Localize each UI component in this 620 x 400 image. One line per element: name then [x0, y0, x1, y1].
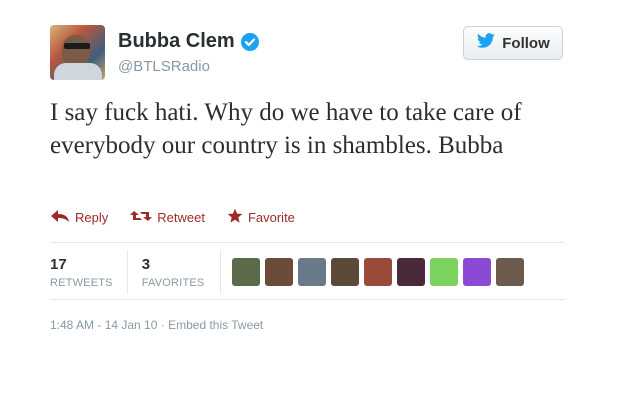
tweet-stats: 17 RETWEETS 3 FAVORITES: [50, 250, 218, 294]
favorites-label: FAVORITES: [141, 276, 205, 289]
display-name[interactable]: Bubba Clem: [118, 30, 235, 53]
favoriter-avatar-7[interactable]: [430, 258, 458, 286]
reply-label: Reply: [75, 210, 109, 225]
favoriter-avatar-9[interactable]: [496, 258, 524, 286]
favorites-count: 3: [141, 255, 151, 273]
favoriter-avatar-1[interactable]: [232, 258, 260, 286]
user-handle[interactable]: @BTLSRadio: [118, 58, 210, 75]
retweets-count: 17: [50, 255, 67, 273]
reply-arrow-icon: [50, 209, 70, 226]
favoriter-avatar-2[interactable]: [265, 258, 293, 286]
user-avatar[interactable]: [50, 25, 105, 80]
retweets-label: RETWEETS: [50, 276, 113, 289]
follow-button[interactable]: Follow: [463, 26, 563, 60]
retweet-action[interactable]: Retweet: [130, 209, 205, 226]
verified-badge-icon: [240, 32, 259, 51]
favorite-label: Favorite: [247, 210, 295, 225]
retweet-label: Retweet: [157, 210, 205, 225]
favorites-stat[interactable]: 3 FAVORITES: [126, 250, 219, 294]
retweet-icon: [130, 209, 153, 226]
retweets-stat[interactable]: 17 RETWEETS: [50, 250, 127, 294]
divider-top: [50, 242, 565, 243]
stats-separator: [220, 250, 221, 294]
favoriter-avatar-4[interactable]: [331, 258, 359, 286]
favoriter-avatar-3[interactable]: [298, 258, 326, 286]
embed-tweet-link[interactable]: Embed this Tweet: [168, 318, 263, 332]
meta-separator: ·: [160, 318, 165, 332]
user-name-row: Bubba Clem: [118, 30, 259, 53]
avatar-shirt: [54, 63, 102, 80]
tweet-meta: 1:48 AM - 14 Jan 10 · Embed this Tweet: [50, 318, 263, 332]
twitter-bird-icon: [476, 33, 496, 53]
favoriter-avatar-5[interactable]: [364, 258, 392, 286]
tweet-actions: Reply Retweet Favorite: [50, 208, 295, 227]
tweet-timestamp[interactable]: 1:48 AM - 14 Jan 10: [50, 318, 157, 332]
favoriter-avatar-6[interactable]: [397, 258, 425, 286]
divider-bottom: [50, 299, 565, 300]
favorite-action[interactable]: Favorite: [227, 208, 295, 227]
favoriters-avatar-list: [232, 258, 524, 286]
reply-action[interactable]: Reply: [50, 209, 108, 226]
star-icon: [227, 208, 243, 227]
avatar-sunglasses: [64, 43, 90, 49]
tweet-text: I say fuck hati. Why do we have to take …: [50, 99, 522, 159]
follow-button-label: Follow: [502, 34, 550, 52]
favoriter-avatar-8[interactable]: [463, 258, 491, 286]
